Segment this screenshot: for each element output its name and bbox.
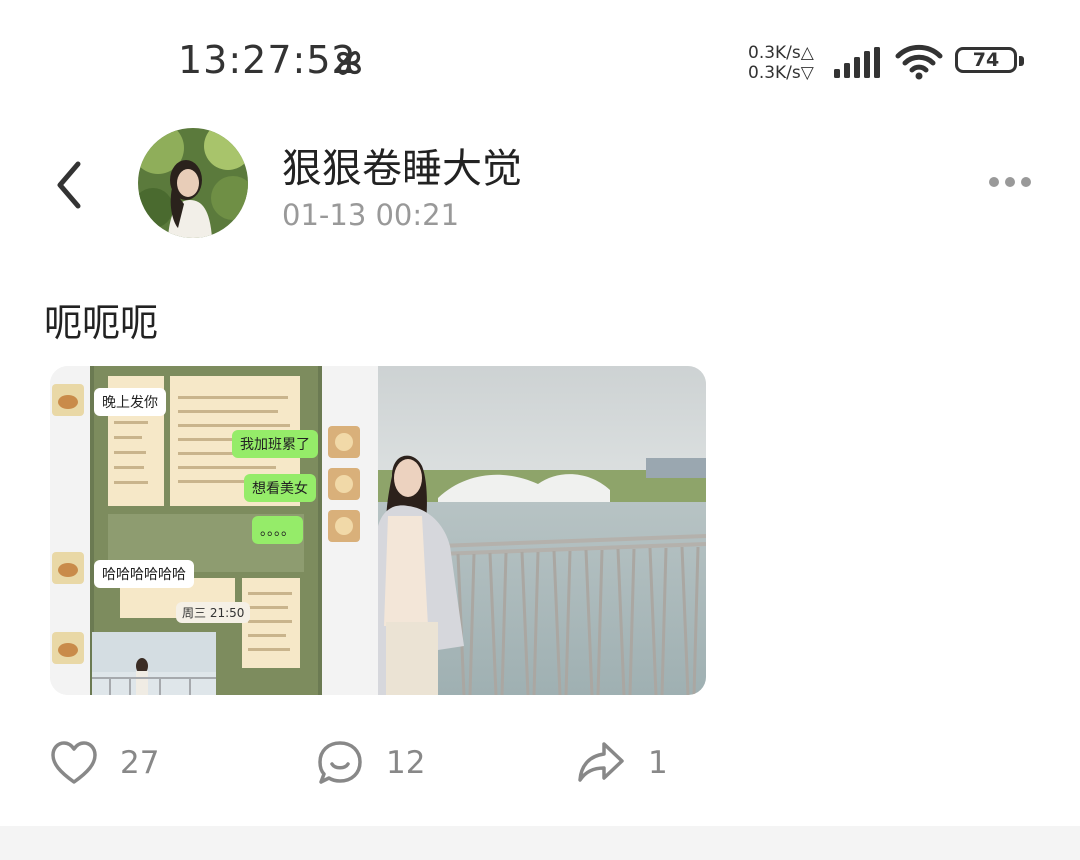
post-timestamp: 01-13 00:21 (282, 198, 460, 232)
avatar[interactable] (138, 128, 248, 238)
battery-icon: 74 (955, 47, 1025, 79)
back-button[interactable] (48, 158, 92, 212)
heart-icon (51, 741, 97, 784)
more-button[interactable] (984, 168, 1036, 196)
chat-bubble: 晚上发你 (94, 388, 166, 416)
username[interactable]: 狠狠卷睡大觉 (282, 136, 522, 194)
post-text: 呃呃呃 (44, 301, 159, 345)
network-speed: 0.3K/s△ 0.3K/s▽ (748, 43, 814, 83)
battery-level: 74 (972, 49, 1000, 71)
chat-bubble: 想看美女 (244, 474, 316, 502)
wifi-icon (895, 44, 943, 80)
photo-waterfront-portrait[interactable] (378, 366, 706, 695)
share-icon (578, 742, 624, 782)
comment-icon (318, 741, 362, 784)
more-dots-icon (989, 177, 1031, 187)
chat-bubble: 。。。。 (252, 516, 303, 544)
photo-chat-screenshot[interactable]: 晚上发你 我加班累了 想看美女 。。。。 哈哈哈哈哈哈 周三 21:50 (50, 366, 378, 695)
pinwheel-icon (337, 51, 361, 75)
share-button[interactable]: 1 (576, 738, 668, 788)
share-count: 1 (648, 745, 668, 781)
comment-button[interactable]: 12 (316, 738, 425, 788)
upload-arrow-icon: △ (800, 43, 814, 63)
chevron-left-icon (57, 161, 81, 209)
like-button[interactable]: 27 (50, 738, 159, 788)
photo-grid: 晚上发你 我加班累了 想看美女 。。。。 哈哈哈哈哈哈 周三 21:50 (50, 366, 706, 695)
status-bar: 13:27:52 0.3K/s△ 0.3K/s▽ 74 (0, 0, 1080, 110)
download-speed: 0.3K/s (748, 63, 801, 83)
upload-speed: 0.3K/s (748, 43, 801, 63)
chat-time-label: 周三 21:50 (176, 602, 251, 623)
download-arrow-icon: ▽ (800, 63, 814, 83)
like-count: 27 (120, 745, 160, 781)
comment-count: 12 (386, 745, 426, 781)
signal-icon (834, 47, 880, 78)
section-divider (0, 826, 1080, 860)
chat-bubble: 我加班累了 (232, 430, 318, 458)
chat-bubble: 哈哈哈哈哈哈 (94, 560, 194, 588)
